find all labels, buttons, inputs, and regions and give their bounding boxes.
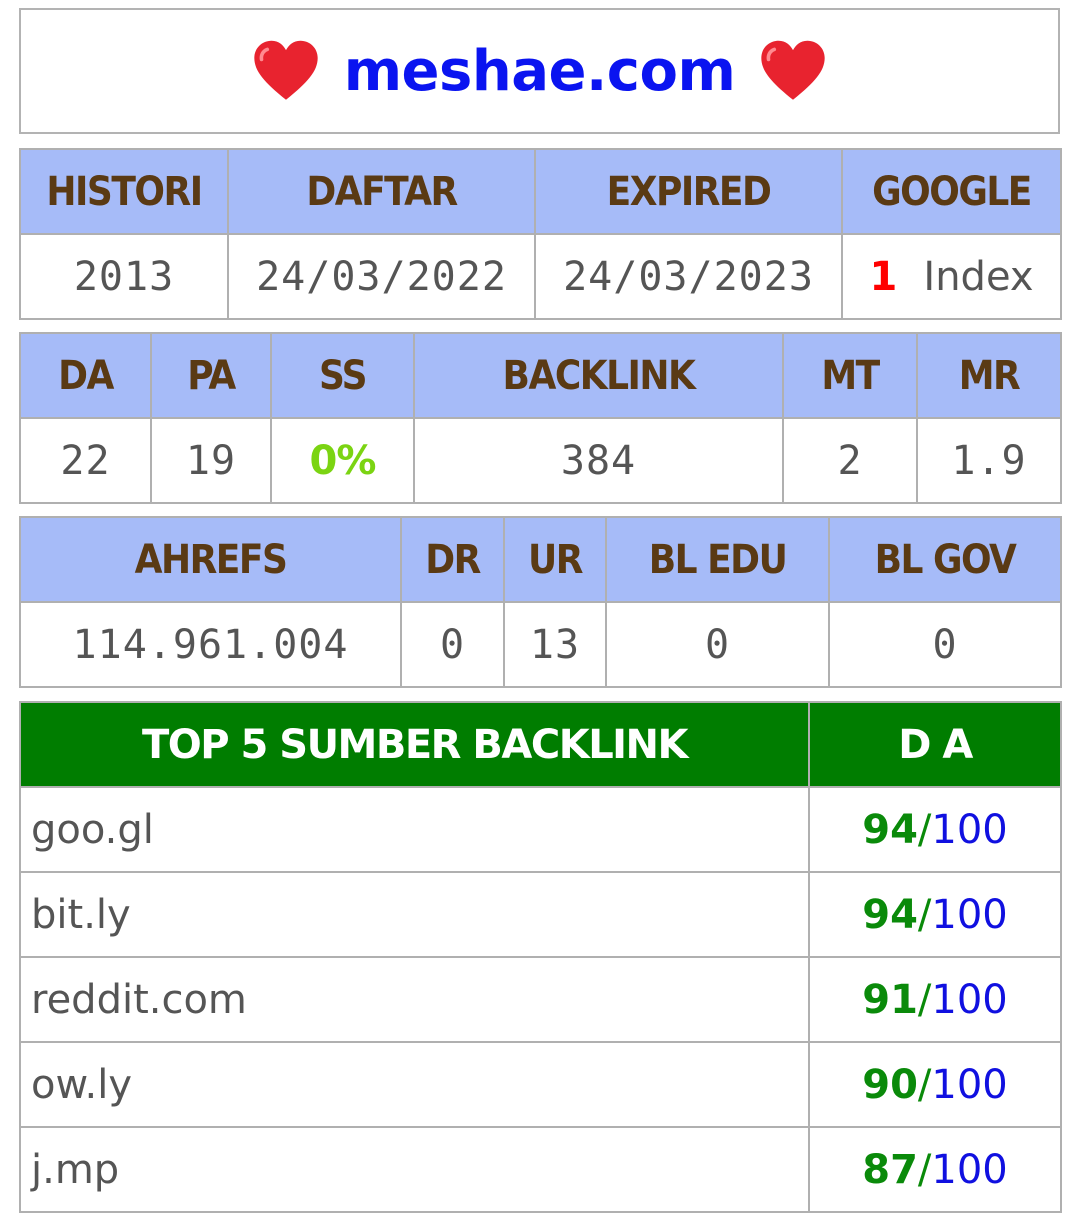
da-max: 100: [931, 1061, 1008, 1108]
expired-value: 24/03/2023: [534, 233, 843, 320]
backlink-source-domain[interactable]: goo.gl: [19, 786, 810, 873]
da-score: 90: [862, 1061, 918, 1108]
site-title-box: meshae.com: [19, 8, 1060, 134]
ahrefs-value: 114.961.004: [19, 601, 402, 688]
da-slash: /: [917, 1146, 932, 1193]
da-slash: /: [917, 976, 932, 1023]
backlink-source-da: 91/100: [808, 956, 1062, 1043]
table-row: j.mp 87/100: [19, 1126, 1062, 1213]
header-expired: EXPIRED: [534, 148, 843, 235]
backlink-source-domain[interactable]: reddit.com: [19, 956, 810, 1043]
dr-value: 0: [400, 601, 505, 688]
da-score: 94: [862, 891, 918, 938]
header-mt: MT: [782, 332, 918, 419]
da-slash: /: [917, 806, 932, 853]
header-ur: UR: [503, 516, 607, 603]
mt-value: 2: [782, 417, 918, 504]
header-ss: SS: [270, 332, 415, 419]
header-da: DA: [19, 332, 152, 419]
domain-info-table: HISTORI DAFTAR EXPIRED GOOGLE 2013 24/03…: [19, 148, 1062, 320]
site-domain-title[interactable]: meshae.com: [344, 39, 736, 104]
histori-value: 2013: [19, 233, 229, 320]
header-backlink: BACKLINK: [413, 332, 784, 419]
header-histori: HISTORI: [19, 148, 229, 235]
backlink-source-da: 90/100: [808, 1041, 1062, 1128]
da-max: 100: [931, 806, 1008, 853]
pa-value: 19: [150, 417, 272, 504]
header-google: GOOGLE: [841, 148, 1062, 235]
da-slash: /: [917, 1061, 932, 1108]
header-bl-gov: BL GOV: [828, 516, 1062, 603]
heart-icon: [761, 40, 825, 100]
table-row: bit.ly 94/100: [19, 871, 1062, 958]
daftar-value: 24/03/2022: [227, 233, 536, 320]
ss-value: 0%: [309, 437, 377, 484]
table-row: goo.gl 94/100: [19, 786, 1062, 873]
top-backlinks-table: TOP 5 SUMBER BACKLINK D A goo.gl 94/100 …: [19, 701, 1062, 1213]
backlink-value: 384: [413, 417, 784, 504]
backlink-source-da: 87/100: [808, 1126, 1062, 1213]
backlink-source-domain[interactable]: bit.ly: [19, 871, 810, 958]
ss-value-cell: 0%: [270, 417, 415, 504]
da-max: 100: [931, 976, 1008, 1023]
da-value: 22: [19, 417, 152, 504]
moz-metrics-table: DA PA SS BACKLINK MT MR 22 19 0% 384 2 1…: [19, 332, 1062, 504]
google-index-cell: 1 Index: [841, 233, 1062, 320]
header-ahrefs: AHREFS: [19, 516, 402, 603]
backlink-source-da: 94/100: [808, 786, 1062, 873]
da-score: 91: [862, 976, 918, 1023]
bl-edu-value: 0: [605, 601, 830, 688]
da-score: 87: [862, 1146, 918, 1193]
da-max: 100: [931, 891, 1008, 938]
google-index-label: Index: [923, 253, 1034, 300]
header-pa: PA: [150, 332, 272, 419]
ahrefs-metrics-table: AHREFS DR UR BL EDU BL GOV 114.961.004 0…: [19, 516, 1062, 688]
backlink-source-da: 94/100: [808, 871, 1062, 958]
table-row: ow.ly 90/100: [19, 1041, 1062, 1128]
mr-value: 1.9: [916, 417, 1062, 504]
bl-gov-value: 0: [828, 601, 1062, 688]
da-score: 94: [862, 806, 918, 853]
backlink-source-domain[interactable]: j.mp: [19, 1126, 810, 1213]
header-mr: MR: [916, 332, 1062, 419]
da-max: 100: [931, 1146, 1008, 1193]
header-top-sources: TOP 5 SUMBER BACKLINK: [19, 701, 810, 788]
da-slash: /: [917, 891, 932, 938]
header-bl-edu: BL EDU: [605, 516, 830, 603]
header-top-da: D A: [808, 701, 1062, 788]
ur-value: 13: [503, 601, 607, 688]
header-dr: DR: [400, 516, 505, 603]
header-daftar: DAFTAR: [227, 148, 536, 235]
backlink-source-domain[interactable]: ow.ly: [19, 1041, 810, 1128]
heart-icon: [254, 40, 318, 100]
table-row: reddit.com 91/100: [19, 956, 1062, 1043]
google-index-count: 1: [869, 253, 899, 300]
